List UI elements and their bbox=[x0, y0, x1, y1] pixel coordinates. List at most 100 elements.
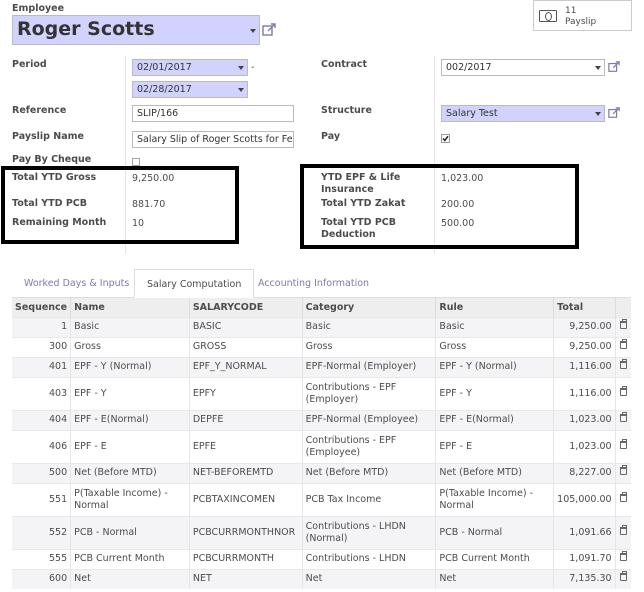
cell-total: 105,000.00 bbox=[553, 482, 616, 516]
trash-icon[interactable] bbox=[619, 385, 627, 396]
table-row[interactable]: 600 Net NET Net Net 7,135.30 bbox=[12, 568, 631, 589]
employee-field[interactable]: Roger Scotts bbox=[12, 15, 260, 45]
cell-sequence: 404 bbox=[12, 409, 72, 430]
header-name[interactable]: Name bbox=[70, 298, 190, 317]
trash-icon[interactable] bbox=[619, 339, 627, 349]
trash-icon[interactable] bbox=[619, 438, 627, 449]
trash-icon[interactable] bbox=[619, 319, 627, 329]
cell-category: Basic bbox=[302, 316, 437, 337]
header-sequence[interactable]: Sequence bbox=[12, 298, 72, 317]
structure-value: Salary Test bbox=[446, 108, 498, 119]
tab-accounting-information[interactable]: Accounting Information bbox=[246, 269, 381, 298]
cell-category: Contributions - EPF (Employer) bbox=[302, 376, 437, 410]
table-row[interactable]: 555 PCB Current Month PCBCURRMONTH Contribu… bbox=[12, 548, 631, 569]
payslip-name-label: Payslip Name bbox=[12, 131, 84, 142]
cell-category: Net (Before MTD) bbox=[302, 462, 437, 483]
cell-total: 9,250.00 bbox=[553, 336, 616, 357]
reference-label: Reference bbox=[12, 105, 67, 116]
contract-value: 002/2017 bbox=[446, 62, 492, 73]
external-link-icon[interactable] bbox=[262, 23, 276, 37]
table-header-row: Sequence Name SALARYCODE Category Rule T… bbox=[12, 298, 631, 317]
salary-computation-table: Sequence Name SALARYCODE Category Rule T… bbox=[12, 298, 631, 589]
table-row[interactable]: 404 EPF - E(Normal) DEPFE EPF-Normal (Emplo… bbox=[12, 409, 631, 430]
cell-category: PCB Tax Income bbox=[302, 482, 437, 516]
cell-rule: EPF - E bbox=[435, 429, 555, 463]
date-to-field[interactable]: 02/28/2017 bbox=[132, 81, 248, 98]
table-row[interactable]: 1 Basic BASIC Basic Basic 9,250.00 bbox=[12, 316, 631, 337]
table-row[interactable]: 403 EPF - Y EPFY Contributions - EPF (Emplo… bbox=[12, 376, 631, 410]
payslip-smart-button[interactable]: 11 Payslip bbox=[533, 0, 632, 31]
cell-name: PCB Current Month bbox=[70, 548, 190, 569]
contract-field[interactable]: 002/2017 bbox=[441, 59, 605, 76]
delete-cell bbox=[615, 482, 631, 516]
table-row[interactable]: 551 P(Taxable Income) - Normal PCBTAXINCOM… bbox=[12, 482, 631, 516]
payslip-name-field[interactable]: Salary Slip of Roger Scotts for Febr bbox=[132, 131, 294, 148]
employee-label: Employee bbox=[12, 3, 65, 14]
cell-name: PCB - Normal bbox=[70, 515, 190, 549]
cell-salarycode: GROSS bbox=[189, 336, 303, 357]
pay-checkbox[interactable] bbox=[441, 134, 450, 143]
trash-icon[interactable] bbox=[619, 551, 627, 561]
cell-salarycode: DEPFE bbox=[189, 409, 303, 430]
cell-rule: EPF - Y bbox=[435, 376, 555, 410]
structure-external-link-icon[interactable] bbox=[608, 107, 620, 119]
trash-icon[interactable] bbox=[619, 491, 627, 502]
cell-salarycode: PCBTAXINCOMEN bbox=[189, 482, 303, 516]
trash-icon[interactable] bbox=[619, 571, 627, 582]
table-row[interactable]: 552 PCB - Normal PCBCURRMONTHNOR Contributi… bbox=[12, 515, 631, 549]
cell-rule: Net (Before MTD) bbox=[435, 462, 555, 483]
header-category[interactable]: Category bbox=[302, 298, 437, 317]
cell-name: EPF - E(Normal) bbox=[70, 409, 190, 430]
trash-icon[interactable] bbox=[619, 412, 627, 422]
table-row[interactable]: 500 Net (Before MTD) NET-BEFOREMTD Net (Bef… bbox=[12, 462, 631, 483]
table-row[interactable]: 406 EPF - E EPFE Contributions - EPF (Emplo… bbox=[12, 429, 631, 463]
cell-total: 1,116.00 bbox=[553, 356, 616, 377]
delete-cell bbox=[615, 515, 631, 549]
table-row[interactable]: 401 EPF - Y (Normal) EPF_Y_NORMAL EPF-Norma… bbox=[12, 356, 631, 377]
cell-category: Contributions - LHDN (Normal) bbox=[302, 515, 437, 549]
pay-label: Pay bbox=[321, 131, 341, 142]
delete-cell bbox=[615, 548, 631, 569]
date-from-dropdown-icon[interactable] bbox=[238, 66, 244, 70]
reference-field[interactable]: SLIP/166 bbox=[132, 105, 294, 122]
contract-dropdown-icon[interactable] bbox=[595, 66, 601, 70]
date-to-value: 02/28/2017 bbox=[137, 84, 192, 95]
header-salarycode[interactable]: SALARYCODE bbox=[189, 298, 303, 317]
cell-category: Contributions - EPF (Employee) bbox=[302, 429, 437, 463]
cell-total: 1,023.00 bbox=[553, 409, 616, 430]
header-total[interactable]: Total bbox=[553, 298, 616, 317]
header-rule[interactable]: Rule bbox=[435, 298, 555, 317]
trash-icon[interactable] bbox=[619, 359, 627, 369]
date-separator: - bbox=[251, 62, 255, 73]
table-row[interactable]: 300 Gross GROSS Gross Gross 9,250.00 bbox=[12, 336, 631, 357]
cell-sequence: 555 bbox=[12, 548, 72, 569]
employee-value: Roger Scotts bbox=[17, 18, 155, 40]
tab-worked-days[interactable]: Worked Days & Inputs bbox=[12, 269, 141, 298]
cell-name: Net bbox=[70, 568, 190, 589]
tab-salary-computation[interactable]: Salary Computation bbox=[134, 269, 255, 298]
structure-dropdown-icon[interactable] bbox=[595, 112, 601, 116]
highlight-box-right bbox=[300, 164, 579, 249]
delete-cell bbox=[615, 409, 631, 430]
pay-by-cheque-label: Pay By Cheque bbox=[12, 154, 92, 165]
trash-icon[interactable] bbox=[619, 524, 627, 535]
pay-by-cheque-checkbox[interactable] bbox=[132, 158, 140, 166]
cell-rule: Net bbox=[435, 568, 555, 589]
structure-field[interactable]: Salary Test bbox=[441, 105, 605, 122]
cell-total: 8,227.00 bbox=[553, 462, 616, 483]
date-from-field[interactable]: 02/01/2017 bbox=[132, 59, 248, 76]
cell-category: Gross bbox=[302, 336, 437, 357]
cell-salarycode: NET-BEFOREMTD bbox=[189, 462, 303, 483]
cell-salarycode: EPFE bbox=[189, 429, 303, 463]
cell-rule: EPF - Y (Normal) bbox=[435, 356, 555, 377]
payslip-button-label: Payslip bbox=[565, 17, 597, 27]
contract-external-link-icon[interactable] bbox=[608, 61, 620, 73]
employee-dropdown-icon[interactable] bbox=[250, 29, 256, 33]
trash-icon[interactable] bbox=[619, 465, 627, 475]
cell-name: P(Taxable Income) - Normal bbox=[70, 482, 190, 516]
cell-total: 1,116.00 bbox=[553, 376, 616, 410]
date-from-value: 02/01/2017 bbox=[137, 62, 192, 73]
cell-rule: P(Taxable Income) - Normal bbox=[435, 482, 555, 516]
cell-category: Net bbox=[302, 568, 437, 589]
date-to-dropdown-icon[interactable] bbox=[238, 88, 244, 92]
